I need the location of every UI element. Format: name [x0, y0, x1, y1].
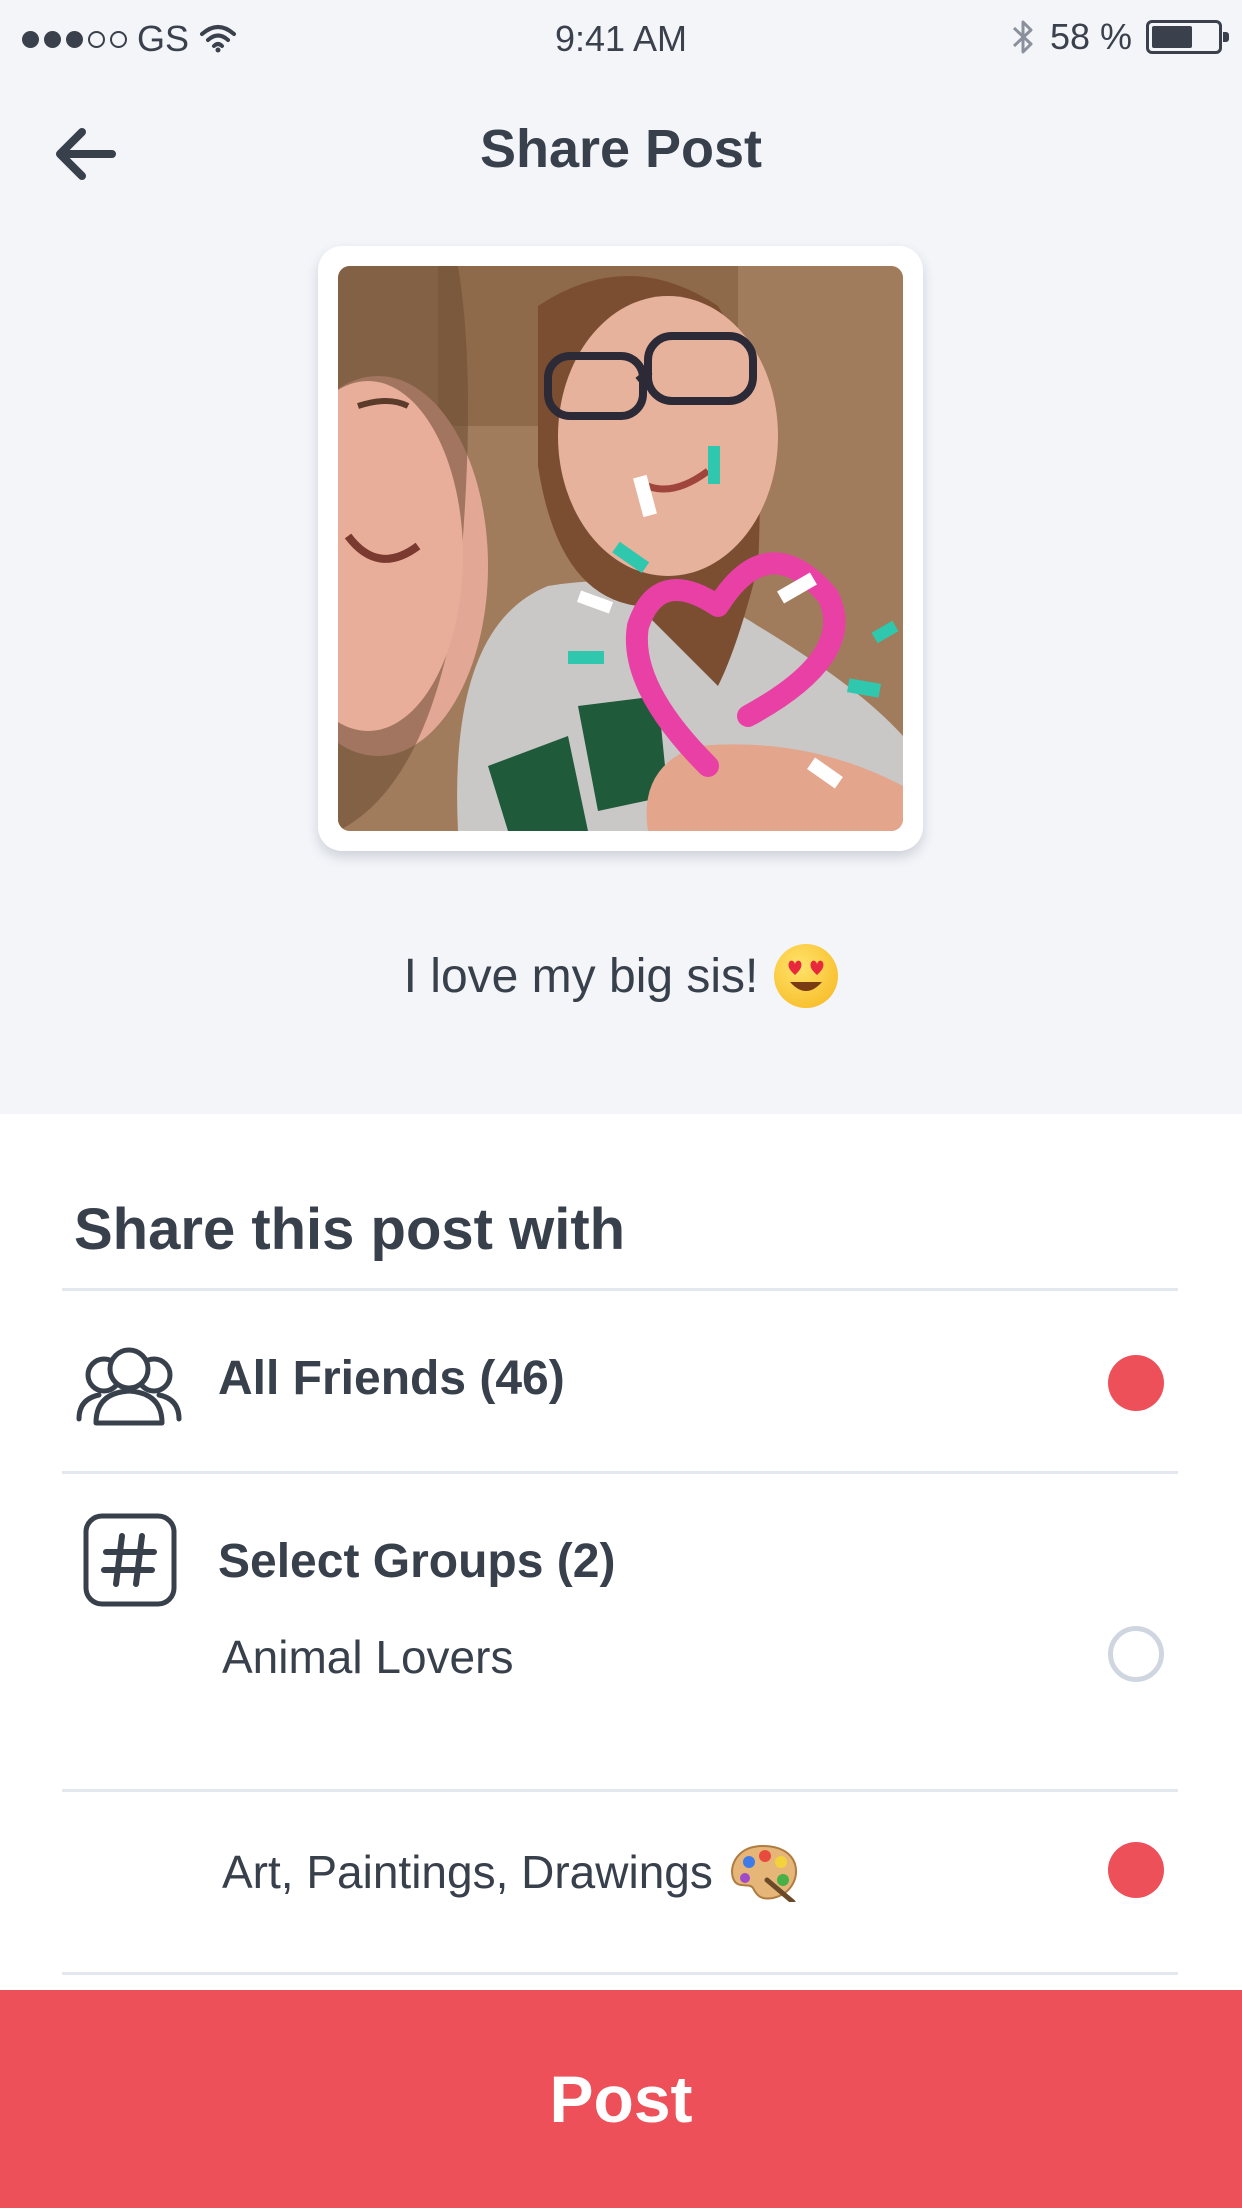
- heart-eyes-emoji-icon: [774, 944, 839, 1008]
- battery-icon: [1146, 20, 1229, 54]
- bluetooth-icon: [1012, 20, 1033, 54]
- status-bar: GS 9:41 AM 58 %: [0, 0, 1242, 76]
- page-title: Share Post: [479, 119, 763, 179]
- friends-group-icon: [76, 1347, 182, 1426]
- artist-palette-icon: [730, 1844, 797, 1902]
- group-item-art[interactable]: Art, Paintings, Drawings: [0, 1792, 1242, 1972]
- group-item-label-wrap: Art, Paintings, Drawings: [222, 1842, 799, 1902]
- select-groups-label: Select Groups (2): [218, 1535, 616, 1588]
- group-item-label: Art, Paintings, Drawings: [222, 1846, 713, 1898]
- divider: [62, 1972, 1178, 1975]
- animal-lovers-radio[interactable]: [1108, 1626, 1164, 1682]
- all-friends-label: All Friends (46): [218, 1352, 565, 1405]
- post-caption: I love my big sis!: [0, 944, 1242, 1008]
- select-groups-header: Select Groups (2): [0, 1474, 1242, 1607]
- post-button[interactable]: Post: [0, 1990, 1242, 2208]
- share-section-title: Share this post with: [74, 1197, 626, 1262]
- battery-percent: 58 %: [1049, 16, 1132, 57]
- group-item-label: Animal Lovers: [222, 1631, 514, 1683]
- all-friends-radio[interactable]: [1108, 1355, 1164, 1411]
- caption-text: I love my big sis!: [403, 949, 759, 1003]
- photo-illustration: [338, 266, 903, 831]
- status-right: 58 %: [1010, 16, 1229, 58]
- share-option-all-friends[interactable]: All Friends (46): [0, 1291, 1242, 1471]
- group-item-animal-lovers[interactable]: Animal Lovers: [0, 1604, 1242, 1784]
- post-photo: [338, 266, 903, 831]
- post-photo-card: [318, 246, 923, 851]
- art-radio[interactable]: [1108, 1842, 1164, 1898]
- hashtag-icon: [83, 1513, 177, 1607]
